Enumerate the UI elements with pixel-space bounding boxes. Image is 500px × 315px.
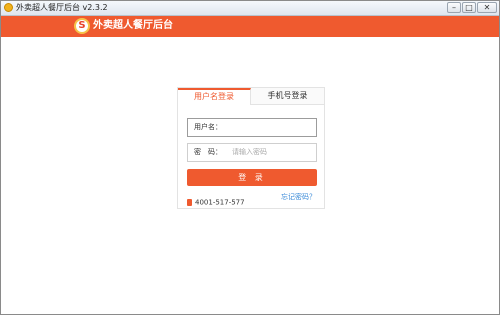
window-controls: – □ ✕ xyxy=(447,2,497,13)
tab-phone-login[interactable]: 手机号登录 xyxy=(251,88,324,104)
window-title: 外卖超人餐厅后台 v2.3.2 xyxy=(16,3,108,12)
app-icon xyxy=(4,3,13,12)
header-title: 外卖超人餐厅后台 xyxy=(93,20,173,31)
logo-letter: S xyxy=(78,20,86,31)
phone-icon xyxy=(187,199,192,206)
app-window: 外卖超人餐厅后台 v2.3.2 – □ ✕ S 外卖超人餐厅后台 用户名登录 手… xyxy=(0,0,500,315)
username-label: 用户名： xyxy=(194,123,222,131)
tab-username-login[interactable]: 用户名登录 xyxy=(178,88,251,105)
minimize-button[interactable]: – xyxy=(447,2,461,13)
forgot-password-link[interactable]: 忘记密码？ xyxy=(281,192,316,202)
login-tabs: 用户名登录 手机号登录 xyxy=(178,88,324,105)
brand-header: S 外卖超人餐厅后台 xyxy=(1,16,499,37)
title-bar[interactable]: 外卖超人餐厅后台 v2.3.2 – □ ✕ xyxy=(1,1,499,16)
login-button[interactable]: 登 录 xyxy=(187,169,317,186)
login-card: 用户名登录 手机号登录 用户名： 密 码： 请输入密码 登 录 4001-517… xyxy=(177,87,325,209)
hotline: 4001-517-577 xyxy=(187,192,245,207)
password-label: 密 码： xyxy=(194,148,222,156)
close-button[interactable]: ✕ xyxy=(477,2,497,13)
password-input[interactable]: 请输入密码 xyxy=(232,144,267,161)
username-field[interactable]: 用户名： xyxy=(187,118,317,137)
hotline-number: 4001-517-577 xyxy=(195,198,245,207)
maximize-button[interactable]: □ xyxy=(462,2,476,13)
password-field[interactable]: 密 码： 请输入密码 xyxy=(187,143,317,162)
logo-icon: S xyxy=(74,18,90,34)
